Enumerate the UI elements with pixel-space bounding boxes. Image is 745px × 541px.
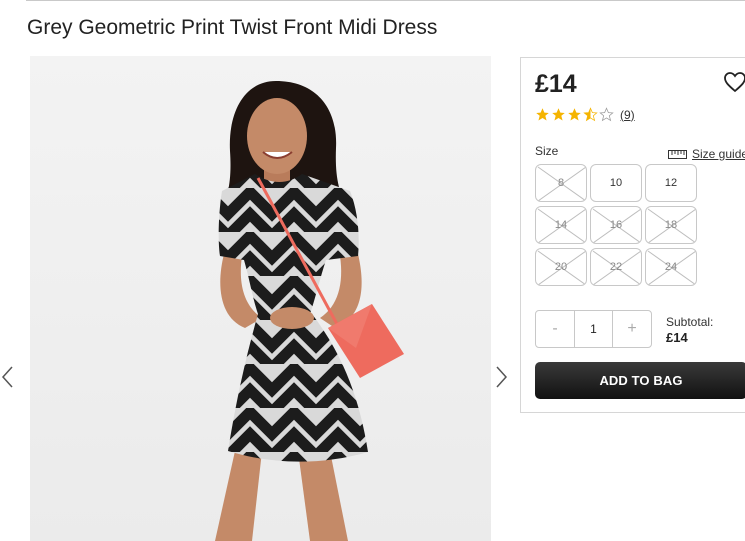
quantity-value[interactable]: 1 [574,311,613,347]
size-option-14[interactable]: 14 [535,206,587,244]
star-half-icon [583,107,598,122]
size-option-20[interactable]: 20 [535,248,587,286]
subtotal-label: Subtotal: [666,315,714,329]
size-option-label: 24 [664,261,678,273]
quantity-decrease-button[interactable]: - [536,311,574,347]
chevron-right-icon [496,366,508,388]
size-option-label: 8 [557,177,565,189]
size-option-24[interactable]: 24 [645,248,697,286]
product-image[interactable] [30,56,491,541]
prev-image-button[interactable] [0,365,14,389]
size-option-label: 16 [609,219,623,231]
star-icon [551,107,566,122]
size-guide-link[interactable]: Size guide [668,147,745,161]
product-price: £14 [535,70,577,98]
size-option-label: 20 [554,261,568,273]
purchase-panel: £14 (9) Size Size guide 8 10 12 14 16 18 20 22 2… [520,57,745,413]
size-option-10[interactable]: 10 [590,164,642,202]
chevron-left-icon [1,366,13,388]
size-option-label: 10 [609,177,623,189]
star-icon [535,107,550,122]
product-title: Grey Geometric Print Twist Front Midi Dr… [27,16,438,39]
size-option-label: 18 [664,219,678,231]
wishlist-button[interactable] [723,71,745,93]
size-option-label: 12 [664,177,678,189]
size-option-18[interactable]: 18 [645,206,697,244]
size-option-label: 14 [554,219,568,231]
heart-icon [724,72,745,93]
model-photo [30,56,491,541]
star-icon [567,107,582,122]
quantity-increase-button[interactable]: + [613,311,651,347]
size-option-16[interactable]: 16 [590,206,642,244]
add-to-bag-button[interactable]: ADD TO BAG [535,362,745,399]
size-option-8[interactable]: 8 [535,164,587,202]
size-option-label: 22 [609,261,623,273]
subtotal-amount: £14 [666,330,688,345]
size-label: Size [535,144,559,158]
top-divider [26,0,745,1]
size-options: 8 10 12 14 16 18 20 22 24 [535,164,697,286]
next-image-button[interactable] [495,365,509,389]
review-count-link[interactable]: (9) [620,108,635,122]
quantity-stepper: - 1 + [535,310,652,348]
ruler-icon [668,149,687,159]
size-guide-label: Size guide [692,147,745,161]
rating: (9) [535,107,635,122]
size-option-22[interactable]: 22 [590,248,642,286]
subtotal: Subtotal: £14 [666,314,713,346]
size-option-12[interactable]: 12 [645,164,697,202]
star-outline-icon [599,107,614,122]
